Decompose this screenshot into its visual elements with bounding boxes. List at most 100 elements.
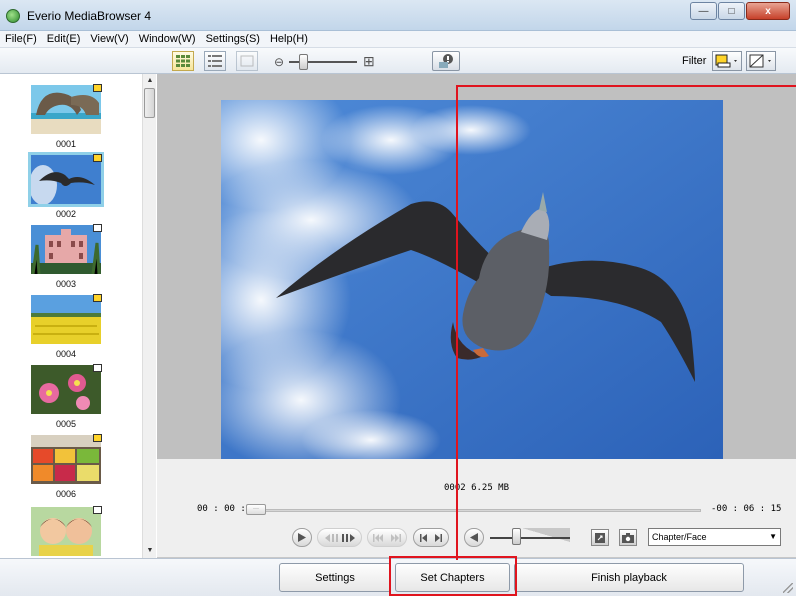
menu-bar: File(F) Edit(E) View(V) Window(W) Settin… bbox=[0, 31, 796, 48]
playback-controls: Chapter/Face ▼ bbox=[157, 521, 796, 558]
white-flag-icon bbox=[93, 224, 102, 232]
play-button[interactable] bbox=[292, 528, 312, 547]
skip-icon bbox=[420, 533, 442, 542]
yellow-flag-icon bbox=[93, 294, 102, 302]
thumbnail-0006[interactable]: 0006 bbox=[26, 432, 106, 499]
thumbnail-image bbox=[31, 85, 101, 134]
menu-view[interactable]: View(V) bbox=[85, 31, 133, 48]
mute-button[interactable] bbox=[464, 528, 484, 547]
thumbnail-label: 0006 bbox=[55, 489, 77, 499]
app-icon bbox=[6, 9, 20, 23]
chapter-skip-icon bbox=[373, 533, 401, 542]
thumbnail-frame bbox=[28, 362, 104, 417]
seek-thumb[interactable]: ··· bbox=[246, 504, 266, 515]
play-icon bbox=[298, 533, 306, 542]
yellow-flag-icon bbox=[93, 434, 102, 442]
annotation-line bbox=[456, 85, 458, 560]
minimize-button[interactable]: — bbox=[690, 2, 717, 20]
thumbnail-0003[interactable]: 0003 bbox=[26, 222, 106, 289]
capture-button[interactable] bbox=[619, 529, 637, 546]
yellow-flag-icon bbox=[93, 154, 102, 162]
info-button[interactable] bbox=[432, 51, 460, 71]
white-flag-icon bbox=[93, 506, 102, 514]
volume-thumb[interactable] bbox=[512, 528, 521, 545]
menu-window[interactable]: Window(W) bbox=[134, 31, 201, 48]
title-bar: Everio MediaBrowser 4 — □ x bbox=[0, 0, 796, 31]
settings-button[interactable]: Settings bbox=[279, 563, 391, 592]
close-button[interactable]: x bbox=[746, 2, 790, 20]
info-icon bbox=[439, 54, 453, 68]
zoom-in-icon[interactable]: ⊞ bbox=[363, 53, 375, 70]
single-view-icon bbox=[240, 55, 254, 67]
expand-icon bbox=[595, 532, 605, 543]
menu-settings[interactable]: Settings(S) bbox=[201, 31, 265, 48]
thumbnail-frame bbox=[28, 432, 104, 487]
thumbnail-image bbox=[31, 295, 101, 344]
volume-level bbox=[522, 528, 570, 542]
seek-bar[interactable] bbox=[246, 509, 701, 512]
finish-playback-button[interactable]: Finish playback bbox=[514, 563, 744, 592]
window-controls: — □ x bbox=[690, 2, 790, 20]
thumbnail-0004[interactable]: 0004 bbox=[26, 292, 106, 359]
maximize-button[interactable]: □ bbox=[718, 2, 745, 20]
remaining-time: -00 : 06 : 15 bbox=[711, 504, 782, 514]
menu-file[interactable]: File(F) bbox=[0, 31, 42, 48]
thumbnail-frame bbox=[28, 504, 104, 558]
list-view-icon bbox=[208, 55, 222, 67]
zoom-out-icon[interactable]: ⊖ bbox=[274, 55, 284, 69]
annotation-line-top bbox=[456, 85, 796, 87]
fullscreen-button[interactable] bbox=[591, 529, 609, 546]
thumbnail-scrollbar[interactable]: ▲ ▼ bbox=[142, 74, 156, 558]
yellow-flag-icon bbox=[93, 84, 102, 92]
grid-view-button[interactable] bbox=[172, 51, 194, 71]
preview-image bbox=[221, 100, 723, 459]
scroll-thumb[interactable] bbox=[144, 88, 155, 118]
menu-edit[interactable]: Edit(E) bbox=[42, 31, 86, 48]
thumbnail-frame bbox=[28, 222, 104, 277]
frame-step-icon bbox=[324, 533, 355, 542]
thumbnail-frame bbox=[28, 152, 104, 207]
file-info: 0002 6.25 MB bbox=[443, 483, 510, 493]
window-title: Everio MediaBrowser 4 bbox=[27, 9, 152, 23]
menu-help[interactable]: Help(H) bbox=[265, 31, 313, 48]
chevron-down-icon: ▼ bbox=[769, 532, 777, 541]
thumbnail-0002[interactable]: 0002 bbox=[26, 152, 106, 219]
filter-type-dropdown[interactable] bbox=[746, 51, 776, 71]
camera-icon bbox=[622, 532, 634, 543]
filter-color-dropdown[interactable] bbox=[712, 51, 742, 71]
set-chapters-button[interactable]: Set Chapters bbox=[395, 563, 510, 592]
thumbnail-label: 0004 bbox=[55, 349, 77, 359]
flag-filter-icon bbox=[715, 54, 737, 68]
speaker-icon bbox=[470, 533, 478, 542]
thumbnail-0005[interactable]: 0005 bbox=[26, 362, 106, 429]
scroll-up-icon[interactable]: ▲ bbox=[143, 74, 157, 88]
filter-label: Filter bbox=[682, 55, 707, 67]
chapter-skip-button[interactable] bbox=[367, 528, 407, 547]
thumbnail-image bbox=[31, 225, 101, 274]
bottom-bar: Settings Set Chapters Finish playback bbox=[0, 558, 796, 596]
thumbnail-label: 0003 bbox=[55, 279, 77, 289]
grid-view-icon bbox=[176, 55, 190, 67]
thumbnail-0007[interactable] bbox=[26, 504, 106, 558]
thumbnail-frame bbox=[28, 292, 104, 347]
playback-info: 0002 6.25 MB 00 : 00 : 00 ··· -00 : 06 :… bbox=[157, 459, 796, 521]
single-view-button[interactable] bbox=[236, 51, 258, 71]
thumbnail-list: 0001 0002 0003 0004 0005 0006 bbox=[0, 74, 156, 558]
volume-slider[interactable] bbox=[490, 537, 570, 539]
frame-step-button[interactable] bbox=[317, 528, 362, 547]
scroll-down-icon[interactable]: ▼ bbox=[143, 544, 157, 558]
zoom-slider-thumb[interactable] bbox=[299, 54, 308, 70]
list-view-button[interactable] bbox=[204, 51, 226, 71]
chapter-face-value: Chapter/Face bbox=[652, 532, 707, 542]
thumbnail-image bbox=[31, 507, 101, 556]
resize-grip[interactable] bbox=[783, 583, 793, 593]
thumbnail-image bbox=[31, 155, 101, 204]
thumbnail-label: 0001 bbox=[55, 139, 77, 149]
thumbnail-image bbox=[31, 365, 101, 414]
thumbnail-0001[interactable]: 0001 bbox=[26, 82, 106, 149]
skip-button[interactable] bbox=[413, 528, 449, 547]
no-filter-icon bbox=[749, 54, 771, 68]
thumbnail-frame bbox=[28, 82, 104, 137]
white-flag-icon bbox=[93, 364, 102, 372]
chapter-face-select[interactable]: Chapter/Face ▼ bbox=[648, 528, 781, 546]
